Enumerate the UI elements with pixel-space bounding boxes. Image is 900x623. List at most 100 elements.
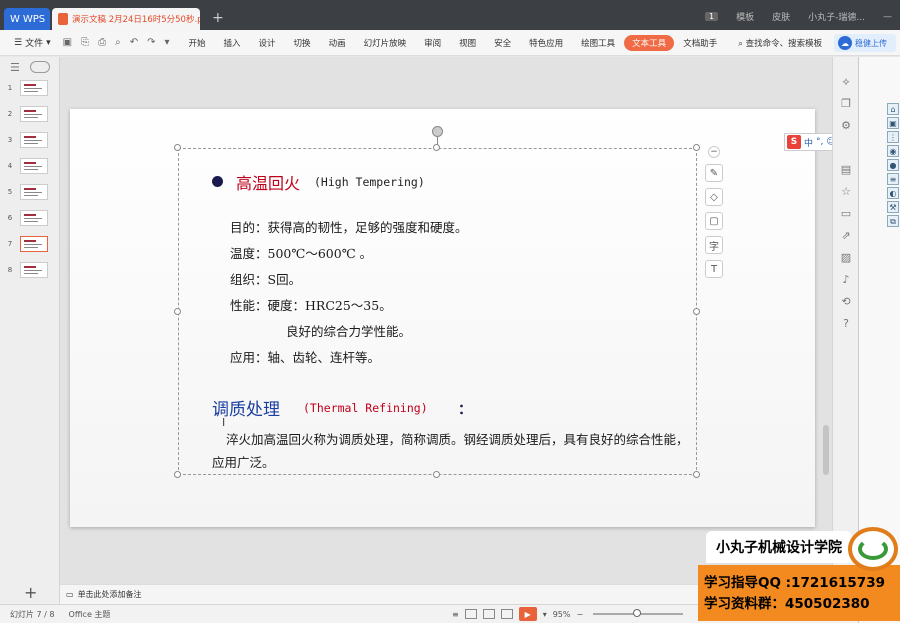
heading-high-tempering-en[interactable]: (High Tempering) — [314, 175, 425, 189]
zoom-slider-knob[interactable] — [633, 609, 642, 617]
outline-icon[interactable]: ▢ — [705, 212, 723, 230]
slide-thumbnail[interactable]: 3 — [0, 131, 60, 149]
menu-item[interactable]: 开始 — [180, 35, 215, 51]
wps-home-tab[interactable]: W WPS — [4, 8, 50, 30]
slide-line-properties[interactable]: 性能：硬度：HRC25～35。 — [230, 295, 392, 314]
reading-view-icon[interactable] — [500, 609, 513, 619]
history-icon[interactable]: ⟲ — [839, 295, 853, 309]
document-tab[interactable]: 演示文稿 2月24日16时5分50秒.pptx × — [52, 8, 200, 30]
slide-line-purpose[interactable]: 目的：获得高的韧性，足够的强度和硬度。 — [230, 217, 468, 236]
minimize-icon[interactable]: — — [883, 12, 892, 22]
slide-thumbnail[interactable]: 1 — [0, 79, 60, 97]
menu-item[interactable]: 动画 — [320, 35, 355, 51]
star-icon[interactable]: ☆ — [839, 185, 853, 199]
palette-icon[interactable]: ◐ — [887, 187, 899, 199]
box-icon[interactable]: ▣ — [887, 117, 899, 129]
notification-badge[interactable]: 1 — [705, 12, 719, 21]
more-icon[interactable]: ▾ — [164, 37, 169, 48]
fill-icon[interactable]: ◇ — [705, 188, 723, 206]
vertical-scrollbar[interactable] — [823, 425, 829, 475]
normal-view-icon[interactable] — [464, 609, 477, 619]
templates-button[interactable]: 模板 — [736, 10, 754, 23]
search-commands[interactable]: ⌕ 查找命令、搜索模板 — [738, 37, 822, 49]
play-options-icon[interactable]: ▾ — [543, 610, 547, 619]
copy-icon[interactable]: ❐ — [839, 97, 853, 111]
slide-paragraph[interactable]: 淬火加高温回火称为调质处理，简称调质。钢经调质处理后，具有良好的综合性能，应用广… — [212, 428, 698, 474]
skin-button[interactable]: 皮肤 — [772, 10, 790, 23]
cloud-upload-button[interactable]: ☁ 稳健上传 — [834, 34, 896, 52]
menu-item[interactable]: 绘图工具 — [572, 35, 624, 51]
slide-thumbnail[interactable]: 8 — [0, 261, 60, 279]
resize-handle-n[interactable] — [433, 144, 440, 151]
resize-handle-e[interactable] — [693, 308, 700, 315]
file-menu[interactable]: ☰ 文件 ▾ — [0, 36, 59, 50]
resize-handle-ne[interactable] — [693, 144, 700, 151]
menu-item[interactable]: 幻灯片放映 — [355, 35, 416, 51]
pin-icon[interactable]: ⟡ — [839, 75, 853, 89]
redo-icon[interactable]: ↷ — [147, 37, 155, 48]
export-pdf-icon[interactable]: ⎘ — [81, 37, 89, 48]
pen-icon[interactable]: ✎ — [705, 164, 723, 182]
heading-high-tempering[interactable]: 高温回火 — [236, 170, 300, 194]
slide-line-structure[interactable]: 组织：S回。 — [230, 269, 301, 288]
save-icon[interactable]: ▣ — [63, 37, 72, 48]
menu-item[interactable]: 文档助手 — [674, 35, 726, 51]
slide-thumbnail[interactable]: 5 — [0, 183, 60, 201]
menu-item[interactable]: 插入 — [215, 35, 250, 51]
slide-line-temperature[interactable]: 温度：500℃～600℃ 。 — [230, 243, 372, 262]
tools-icon[interactable]: ⚒ — [887, 201, 899, 213]
resize-handle-nw[interactable] — [174, 144, 181, 151]
resize-handle-sw[interactable] — [174, 471, 181, 478]
ime-mode[interactable]: 中 — [804, 136, 813, 149]
layout-icon[interactable]: ▭ — [839, 207, 853, 221]
list-icon[interactable]: ≡ — [887, 173, 899, 185]
share-icon[interactable]: ⇗ — [839, 229, 853, 243]
menu-item[interactable]: 安全 — [485, 35, 520, 51]
print-icon[interactable]: ⎙ — [98, 37, 106, 48]
slide-thumbnail[interactable]: 6 — [0, 209, 60, 227]
zoom-slider[interactable] — [593, 609, 684, 617]
outline-view-icon[interactable]: ☰ — [10, 61, 20, 74]
slide-thumbnail[interactable]: 2 — [0, 105, 60, 123]
text-effects-icon[interactable]: T — [705, 260, 723, 278]
slides-view-toggle[interactable] — [29, 61, 50, 73]
camera-icon[interactable]: ◉ — [887, 145, 899, 157]
image-icon[interactable]: ▨ — [839, 251, 853, 265]
help-icon[interactable]: ? — [839, 317, 853, 331]
settings-icon[interactable]: ⚙ — [839, 119, 853, 133]
home-icon[interactable]: ⌂ — [887, 103, 899, 115]
menu-item[interactable]: 文本工具 — [624, 34, 675, 51]
slide-sorter-icon[interactable] — [482, 609, 495, 619]
slide-thumbnail-preview — [20, 262, 48, 278]
zoom-out-icon[interactable]: − — [577, 610, 584, 619]
layers-icon[interactable]: ⧉ — [887, 215, 899, 227]
notes-toggle-icon[interactable]: ≡ — [452, 610, 459, 619]
menu-item[interactable]: 特色应用 — [520, 35, 572, 51]
menu-item[interactable]: 视图 — [450, 35, 485, 51]
play-slideshow-button[interactable]: ▶ — [518, 607, 537, 621]
template-icon[interactable]: ▤ — [839, 163, 853, 177]
text-style-icon[interactable]: 字 — [705, 236, 723, 254]
heading-thermal-refining-en[interactable]: (Thermal Refining) — [303, 401, 428, 415]
resize-handle-w[interactable] — [174, 308, 181, 315]
menu-item[interactable]: 切换 — [285, 35, 320, 51]
slide-line-properties-2[interactable]: 良好的综合力学性能。 — [286, 321, 411, 340]
print-preview-icon[interactable]: ⌕ — [115, 37, 121, 48]
color-icon[interactable]: ● — [887, 159, 899, 171]
slide-thumbnail[interactable]: 4 — [0, 157, 60, 175]
add-slide-icon[interactable]: + — [24, 583, 37, 602]
tree-icon[interactable]: ⋮ — [887, 131, 899, 143]
slide-line-application[interactable]: 应用：轴、齿轮、连杆等。 — [230, 347, 380, 366]
rotate-handle[interactable] — [432, 126, 443, 137]
menu-item[interactable]: 审阅 — [415, 35, 450, 51]
undo-icon[interactable]: ↶ — [130, 37, 138, 48]
punctuation-icon[interactable]: °, — [816, 137, 823, 147]
zoom-level[interactable]: 95% — [553, 610, 571, 619]
slide-thumbnail[interactable]: 7 — [0, 235, 60, 253]
heading-colon[interactable]: ： — [458, 399, 472, 419]
user-account[interactable]: 小丸子-瑞德... — [808, 10, 865, 23]
menu-item[interactable]: 设计 — [250, 35, 285, 51]
add-tab-icon[interactable]: + — [212, 10, 224, 26]
collapse-icon[interactable]: − — [708, 146, 720, 158]
audio-icon[interactable]: ♪ — [839, 273, 853, 287]
